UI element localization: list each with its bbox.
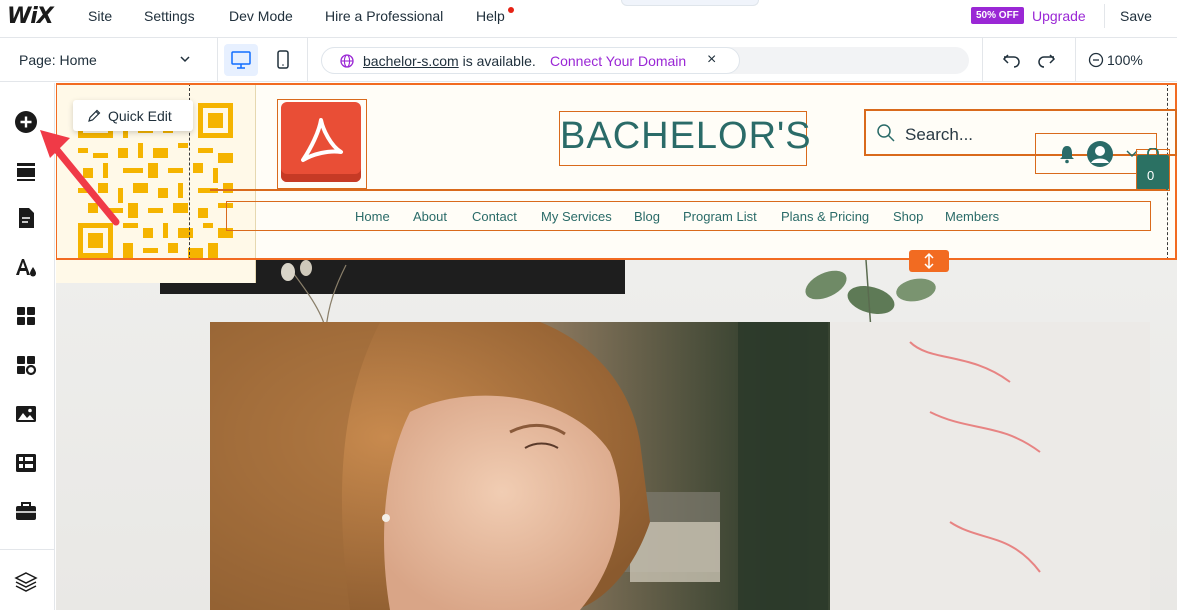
connect-domain-link[interactable]: Connect Your Domain	[550, 53, 686, 69]
domain-status: is available.	[462, 53, 536, 69]
woman-photo	[210, 322, 1150, 610]
nav-plans-pricing[interactable]: Plans & Pricing	[781, 209, 869, 224]
editor-toolbar: Page: Home bachelor-s.com is available. …	[0, 38, 1177, 82]
globe-icon	[340, 54, 354, 68]
page-selector[interactable]: Page: Home	[19, 52, 97, 68]
layers-icon[interactable]	[14, 570, 38, 594]
desktop-view-button[interactable]	[224, 44, 258, 76]
domain-notice: bachelor-s.com is available. Connect You…	[321, 47, 740, 74]
cms-icon[interactable]	[14, 451, 38, 475]
editor-canvas[interactable]: BACHELOR'S Search... 0 Home About Contac…	[56, 83, 1177, 610]
nav-blog[interactable]: Blog	[634, 209, 660, 224]
design-icon[interactable]	[14, 255, 38, 279]
nav-members[interactable]: Members	[945, 209, 999, 224]
red-arrow-annotation	[40, 130, 120, 226]
resize-handle[interactable]	[909, 250, 949, 272]
divider	[1075, 38, 1076, 82]
chevron-down-icon[interactable]	[180, 54, 190, 64]
divider	[307, 38, 308, 82]
zoom-out-icon[interactable]	[1088, 52, 1104, 68]
mobile-view-button[interactable]	[266, 44, 300, 76]
menu-settings[interactable]: Settings	[144, 8, 195, 24]
nav-program-list[interactable]: Program List	[683, 209, 757, 224]
nav-shop[interactable]: Shop	[893, 209, 923, 224]
nav-contact[interactable]: Contact	[472, 209, 517, 224]
wix-logo[interactable]: WiX	[7, 4, 54, 29]
add-apps-icon[interactable]	[14, 353, 38, 377]
media-icon[interactable]	[14, 402, 38, 426]
top-bar: WiX Site Settings Dev Mode Hire a Profes…	[0, 0, 1177, 38]
business-icon[interactable]	[14, 499, 38, 523]
acrobat-icon	[301, 118, 343, 162]
mobile-icon	[277, 50, 289, 69]
row-guide	[210, 189, 1166, 191]
domain-name[interactable]: bachelor-s.com	[363, 53, 459, 69]
redo-icon[interactable]	[1036, 51, 1056, 69]
domain-bar: bachelor-s.com is available. Connect You…	[321, 47, 969, 74]
cart-handle-icon	[1147, 148, 1159, 158]
desktop-icon	[231, 51, 251, 69]
menu-site[interactable]: Site	[88, 8, 112, 24]
help-notification-dot	[508, 7, 514, 13]
save-button[interactable]: Save	[1120, 8, 1152, 24]
close-icon[interactable]: ×	[707, 51, 716, 69]
bell-icon[interactable]	[1058, 144, 1076, 164]
divider	[982, 38, 983, 82]
upgrade-link[interactable]: Upgrade	[1032, 8, 1086, 24]
divider	[217, 38, 218, 82]
menu-dev-mode[interactable]: Dev Mode	[229, 8, 293, 24]
site-brand-title[interactable]: BACHELOR'S	[560, 115, 812, 158]
sidebar-divider	[0, 549, 55, 550]
domain-text: bachelor-s.com is available.	[363, 53, 536, 69]
search-icon	[877, 124, 895, 142]
nav-my-services[interactable]: My Services	[541, 209, 612, 224]
search-input[interactable]: Search...	[905, 125, 973, 145]
menu-hire-professional[interactable]: Hire a Professional	[325, 8, 443, 24]
divider	[1104, 4, 1105, 28]
nav-home[interactable]: Home	[355, 209, 390, 224]
discount-badge: 50% OFF	[971, 7, 1024, 24]
resize-vertical-icon	[924, 252, 934, 270]
nav-about[interactable]: About	[413, 209, 447, 224]
hero-image[interactable]	[210, 322, 1150, 610]
plant-decoration	[281, 260, 347, 330]
apps-icon[interactable]	[14, 304, 38, 328]
pdf-logo[interactable]	[281, 102, 361, 182]
zoom-level[interactable]: 100%	[1107, 52, 1143, 68]
cart-count: 0	[1147, 168, 1155, 183]
undo-icon[interactable]	[1002, 51, 1022, 69]
cart-button[interactable]: 0	[1137, 148, 1169, 190]
top-tab-handle	[621, 0, 759, 6]
avatar-icon[interactable]	[1086, 140, 1114, 168]
menu-help[interactable]: Help	[476, 8, 505, 24]
